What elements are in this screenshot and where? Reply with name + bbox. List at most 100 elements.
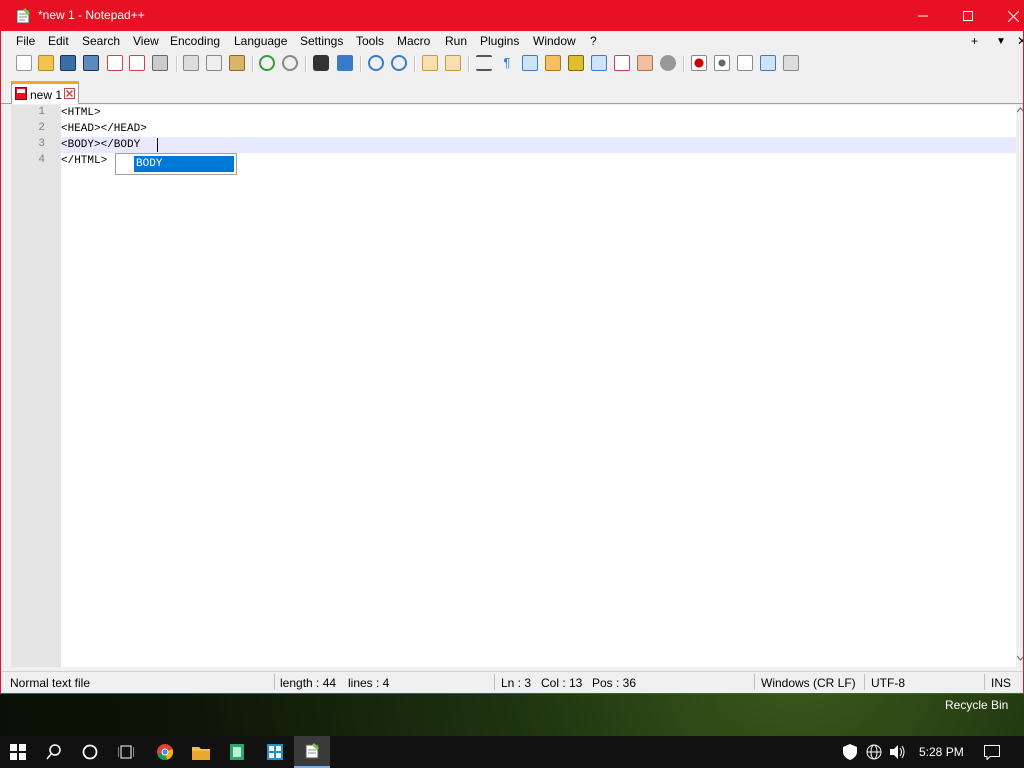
cut-icon[interactable] bbox=[183, 55, 199, 71]
status-bar: Normal text file length : 44 lines : 4 L… bbox=[1, 671, 1023, 693]
code-line: <HEAD></HEAD> bbox=[61, 123, 147, 135]
notepadpp-icon bbox=[305, 743, 319, 759]
unsaved-file-icon bbox=[15, 87, 27, 100]
current-line-highlight bbox=[61, 137, 1016, 153]
doc-map-icon[interactable] bbox=[568, 55, 584, 71]
notepadpp-icon bbox=[16, 8, 30, 24]
text-caret bbox=[157, 138, 158, 152]
autocomplete-popup: BODY bbox=[115, 153, 237, 175]
word-wrap-icon[interactable] bbox=[476, 55, 492, 71]
status-col: Col : 13 bbox=[541, 676, 583, 690]
paste-icon[interactable] bbox=[229, 55, 245, 71]
status-pos: Pos : 36 bbox=[592, 676, 637, 690]
globe-icon bbox=[866, 744, 882, 760]
monitoring-icon[interactable] bbox=[660, 55, 676, 71]
code-line: <HTML> bbox=[61, 107, 101, 119]
folder-workspace-icon[interactable] bbox=[637, 55, 653, 71]
file-explorer-taskbar-button[interactable] bbox=[183, 736, 219, 768]
menu-edit[interactable]: Edit bbox=[48, 34, 69, 48]
redo-icon[interactable] bbox=[282, 55, 298, 71]
indent-guide-icon[interactable] bbox=[522, 55, 538, 71]
close-doc-button[interactable]: ✕ bbox=[1017, 34, 1023, 48]
menu-file[interactable]: File bbox=[16, 34, 35, 48]
status-encoding[interactable]: UTF-8 bbox=[871, 676, 905, 690]
chrome-taskbar-button[interactable] bbox=[147, 736, 183, 768]
menu-window[interactable]: Window bbox=[533, 34, 576, 48]
window-title: *new 1 - Notepad++ bbox=[38, 8, 145, 22]
code-line: </HTML> bbox=[61, 155, 108, 167]
close-tab-icon[interactable] bbox=[64, 88, 75, 99]
minimize-button[interactable] bbox=[900, 1, 946, 31]
editor-area[interactable]: 1 2 3 4 <HTML> <HEAD></HEAD> <BODY></BOD… bbox=[11, 105, 1016, 667]
status-ln: Ln : 3 bbox=[501, 676, 532, 690]
app-taskbar-button[interactable] bbox=[257, 736, 293, 768]
save-all-icon[interactable] bbox=[83, 55, 99, 71]
action-center-button[interactable] bbox=[974, 736, 1010, 768]
udl-icon[interactable] bbox=[545, 55, 561, 71]
status-eol[interactable]: Windows (CR LF) bbox=[761, 676, 856, 690]
task-view-button[interactable] bbox=[108, 736, 144, 768]
run-macro-multiple-icon[interactable] bbox=[760, 55, 776, 71]
open-file-icon[interactable] bbox=[38, 55, 54, 71]
search-button[interactable] bbox=[36, 736, 72, 768]
scroll-up-icon[interactable] bbox=[1017, 107, 1024, 113]
spreadsheet-icon bbox=[230, 744, 244, 760]
add-button[interactable]: + bbox=[971, 34, 978, 48]
zoom-out-icon[interactable] bbox=[391, 55, 407, 71]
new-file-icon[interactable] bbox=[16, 55, 32, 71]
replace-icon[interactable] bbox=[337, 55, 353, 71]
menu-encoding[interactable]: Encoding bbox=[170, 34, 220, 48]
menu-help[interactable]: ? bbox=[590, 34, 597, 48]
tab-new-1[interactable]: new 1 bbox=[11, 81, 79, 104]
chrome-icon bbox=[157, 744, 173, 760]
zoom-in-icon[interactable] bbox=[368, 55, 384, 71]
menu-view[interactable]: View bbox=[133, 34, 159, 48]
menu-language[interactable]: Language bbox=[234, 34, 287, 48]
vertical-scrollbar[interactable] bbox=[1016, 105, 1024, 667]
sync-h-icon[interactable] bbox=[445, 55, 461, 71]
recycle-bin-label[interactable]: Recycle Bin bbox=[945, 698, 1008, 712]
record-macro-icon[interactable] bbox=[691, 55, 707, 71]
doc-list-icon[interactable] bbox=[591, 55, 607, 71]
taskbar-clock[interactable]: 5:28 PM bbox=[919, 745, 964, 759]
start-button[interactable] bbox=[0, 736, 36, 768]
shield-icon bbox=[843, 744, 857, 760]
save-icon[interactable] bbox=[60, 55, 76, 71]
security-tray[interactable] bbox=[840, 736, 860, 768]
scroll-down-icon[interactable] bbox=[1017, 655, 1024, 661]
status-insert-mode[interactable]: INS bbox=[991, 676, 1011, 690]
autocomplete-item[interactable]: BODY bbox=[134, 156, 234, 172]
menu-search[interactable]: Search bbox=[82, 34, 120, 48]
cortana-button[interactable] bbox=[72, 736, 108, 768]
menu-macro[interactable]: Macro bbox=[397, 34, 430, 48]
volume-tray[interactable] bbox=[888, 736, 908, 768]
play-macro-icon[interactable] bbox=[737, 55, 753, 71]
maximize-button[interactable] bbox=[945, 1, 991, 31]
show-all-chars-icon[interactable]: ¶ bbox=[499, 55, 515, 71]
print-icon[interactable] bbox=[152, 55, 168, 71]
copy-icon[interactable] bbox=[206, 55, 222, 71]
dropdown-button[interactable]: ▼ bbox=[996, 36, 1006, 47]
notepad-window: *new 1 - Notepad++ File Edit Search View… bbox=[0, 0, 1024, 694]
menu-run[interactable]: Run bbox=[445, 34, 467, 48]
find-icon[interactable] bbox=[313, 55, 329, 71]
notepadpp-taskbar-button[interactable] bbox=[294, 736, 330, 768]
close-file-icon[interactable] bbox=[107, 55, 123, 71]
menu-plugins[interactable]: Plugins bbox=[480, 34, 519, 48]
save-macro-icon[interactable] bbox=[783, 55, 799, 71]
maximize-icon bbox=[963, 11, 973, 21]
stop-macro-icon[interactable] bbox=[714, 55, 730, 71]
menu-settings[interactable]: Settings bbox=[300, 34, 343, 48]
app-taskbar-button[interactable] bbox=[219, 736, 255, 768]
code-line: <BODY></BODY bbox=[61, 139, 141, 151]
status-lines: lines : 4 bbox=[348, 676, 390, 690]
close-button[interactable] bbox=[990, 1, 1023, 31]
title-bar[interactable]: *new 1 - Notepad++ bbox=[1, 1, 1023, 31]
undo-icon[interactable] bbox=[259, 55, 275, 71]
notification-icon bbox=[984, 744, 1000, 760]
close-all-icon[interactable] bbox=[129, 55, 145, 71]
network-tray[interactable] bbox=[864, 736, 884, 768]
sync-v-icon[interactable] bbox=[422, 55, 438, 71]
menu-tools[interactable]: Tools bbox=[356, 34, 384, 48]
function-list-icon[interactable] bbox=[614, 55, 630, 71]
